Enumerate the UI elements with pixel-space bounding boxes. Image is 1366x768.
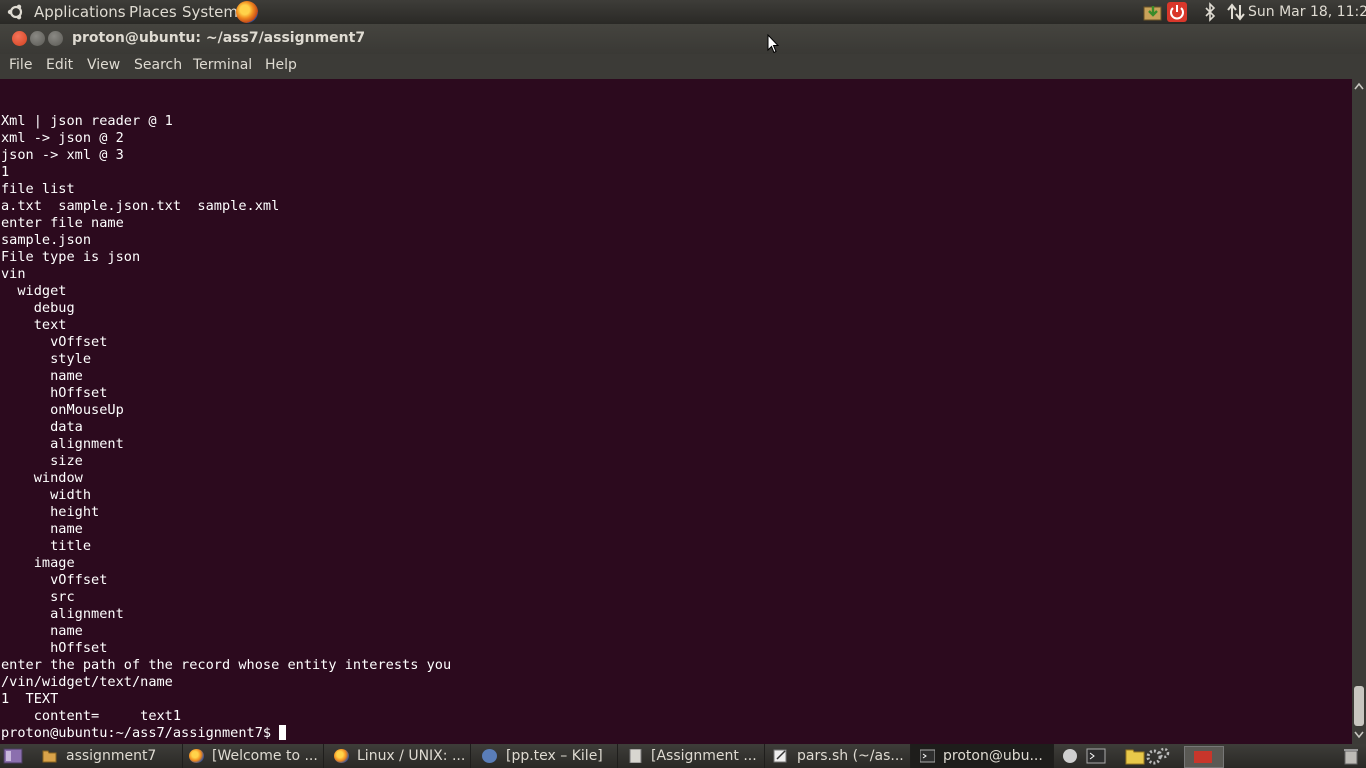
taskbar-label: [pp.tex – Kile]: [506, 748, 603, 764]
terminal-line: name: [50, 368, 83, 384]
scroll-up-arrow-icon[interactable]: [1354, 82, 1364, 90]
taskbar-item-terminal-active[interactable]: proton@ubu...: [911, 744, 1054, 768]
system-menu[interactable]: System: [182, 3, 238, 21]
top-panel: Applications Places System Sun Mar 18, 1…: [0, 0, 1366, 24]
taskbar-item-assignment[interactable]: [Assignment ...: [618, 744, 765, 768]
workspace-switcher[interactable]: [1184, 746, 1224, 768]
menu-file[interactable]: File: [9, 57, 32, 73]
taskbar-item-welcome[interactable]: [Welcome to ...: [183, 744, 324, 768]
taskbar-label: Linux / UNIX: ...: [357, 748, 466, 764]
firefox-icon: [189, 749, 204, 763]
terminal-launcher-icon[interactable]: [1086, 748, 1106, 764]
scroll-down-arrow-icon[interactable]: [1354, 731, 1364, 739]
trash-icon[interactable]: [1342, 747, 1360, 765]
terminal-line: text: [33, 317, 67, 333]
terminal-line: height: [50, 504, 100, 520]
applications-menu[interactable]: Applications: [34, 3, 126, 21]
shell-prompt: proton@ubuntu:~/ass7/assignment7$: [1, 725, 280, 741]
close-window-button[interactable]: [12, 31, 27, 46]
terminal-line: a.txt sample.json.txt sample.xml: [1, 198, 280, 214]
terminal-line: content= text1: [33, 708, 182, 724]
terminal-line: sample.json: [1, 232, 92, 248]
taskbar-item-pars-sh[interactable]: pars.sh (~/as...: [765, 744, 911, 768]
clock[interactable]: Sun Mar 18, 11:25: [1248, 3, 1366, 21]
terminal-scrollbar[interactable]: [1352, 79, 1366, 744]
terminal-line: /vin/widget/text/name: [1, 674, 173, 690]
menu-help[interactable]: Help: [265, 57, 297, 73]
terminal-line: alignment: [50, 606, 124, 622]
files-launcher-icon[interactable]: [1125, 747, 1145, 765]
terminal-line: size: [50, 453, 83, 469]
terminal-line: style: [50, 351, 92, 367]
terminal-icon: [920, 749, 935, 763]
update-notifier-icon[interactable]: [1142, 2, 1164, 22]
terminal-line: image: [33, 555, 75, 571]
terminal-line: name: [50, 623, 83, 639]
taskbar-item-kile[interactable]: [pp.tex – Kile]: [471, 744, 618, 768]
terminal-line: widget: [17, 283, 67, 299]
show-desktop-icon[interactable]: [3, 748, 23, 764]
terminal-line: 1 TEXT: [1, 691, 59, 707]
terminal-line: vOffset: [50, 572, 108, 588]
terminal-line: enter the path of the record whose entit…: [1, 657, 452, 673]
terminal-line: vOffset: [50, 334, 108, 350]
terminal-line: src: [50, 589, 75, 605]
terminal-line: window: [33, 470, 83, 486]
firefox-launcher-icon[interactable]: [236, 1, 258, 23]
terminal-line: json -> xml @ 3: [1, 147, 124, 163]
bottom-panel: assignment7 [Welcome to ... Linux / UNIX…: [0, 744, 1366, 768]
terminal-line: name: [50, 521, 83, 537]
terminal-line: vin: [1, 266, 26, 282]
document-icon: [629, 749, 642, 763]
terminal-menubar: File Edit View Search Terminal Help: [0, 54, 1366, 79]
terminal-line: hOffset: [50, 640, 108, 656]
text-editor-icon: [773, 749, 787, 763]
terminal-line: width: [50, 487, 92, 503]
bluetooth-icon[interactable]: [1203, 2, 1217, 22]
terminal-line: hOffset: [50, 385, 108, 401]
workspace-window-thumb: [1194, 751, 1212, 763]
menu-view[interactable]: View: [87, 57, 120, 73]
menu-search[interactable]: Search: [134, 57, 182, 73]
terminal-lines: Xml | json reader @ 1 xml -> json @ 2 js…: [1, 113, 451, 724]
taskbar-label: pars.sh (~/as...: [797, 748, 904, 764]
terminal-line: File type is json: [1, 249, 141, 265]
taskbar-label: [Welcome to ...: [212, 748, 318, 764]
settings-gears-icon[interactable]: [1146, 747, 1170, 765]
terminal-line: onMouseUp: [50, 402, 124, 418]
taskbar-label: [Assignment ...: [651, 748, 757, 764]
record-app-icon[interactable]: [1063, 749, 1077, 763]
menu-edit[interactable]: Edit: [46, 57, 73, 73]
window-titlebar[interactable]: proton@ubuntu: ~/ass7/assignment7: [0, 24, 1366, 54]
terminal-line: enter file name: [1, 215, 124, 231]
terminal-line: 1: [1, 164, 10, 180]
terminal-line: debug: [33, 300, 75, 316]
mouse-pointer-icon: [767, 34, 779, 54]
menu-terminal[interactable]: Terminal: [193, 57, 252, 73]
scrollbar-thumb[interactable]: [1354, 686, 1364, 726]
network-icon[interactable]: [1227, 2, 1245, 22]
folder-icon: [42, 750, 57, 763]
terminal-line: alignment: [50, 436, 124, 452]
places-menu[interactable]: Places: [129, 3, 177, 21]
window-title: proton@ubuntu: ~/ass7/assignment7: [72, 30, 366, 46]
ubuntu-logo-icon[interactable]: [7, 3, 25, 21]
terminal-text: Xml | json reader @ 1 xml -> json @ 2 js…: [1, 113, 451, 742]
taskbar-label: proton@ubu...: [943, 748, 1043, 764]
firefox-icon: [334, 749, 349, 763]
terminal-line: xml -> json @ 2: [1, 130, 124, 146]
taskbar-label: assignment7: [66, 748, 157, 764]
taskbar-item-assignment7[interactable]: assignment7: [36, 744, 183, 768]
text-cursor: [279, 725, 287, 740]
terminal-output-area[interactable]: Xml | json reader @ 1 xml -> json @ 2 js…: [0, 79, 1352, 744]
maximize-window-button[interactable]: [48, 31, 63, 46]
terminal-line: Xml | json reader @ 1: [1, 113, 173, 129]
terminal-line: title: [50, 538, 92, 554]
power-icon[interactable]: [1166, 2, 1188, 22]
kile-icon: [482, 749, 497, 763]
terminal-line: file list: [1, 181, 75, 197]
terminal-line: data: [50, 419, 83, 435]
taskbar-item-linux-unix[interactable]: Linux / UNIX: ...: [324, 744, 471, 768]
minimize-window-button[interactable]: [30, 31, 45, 46]
